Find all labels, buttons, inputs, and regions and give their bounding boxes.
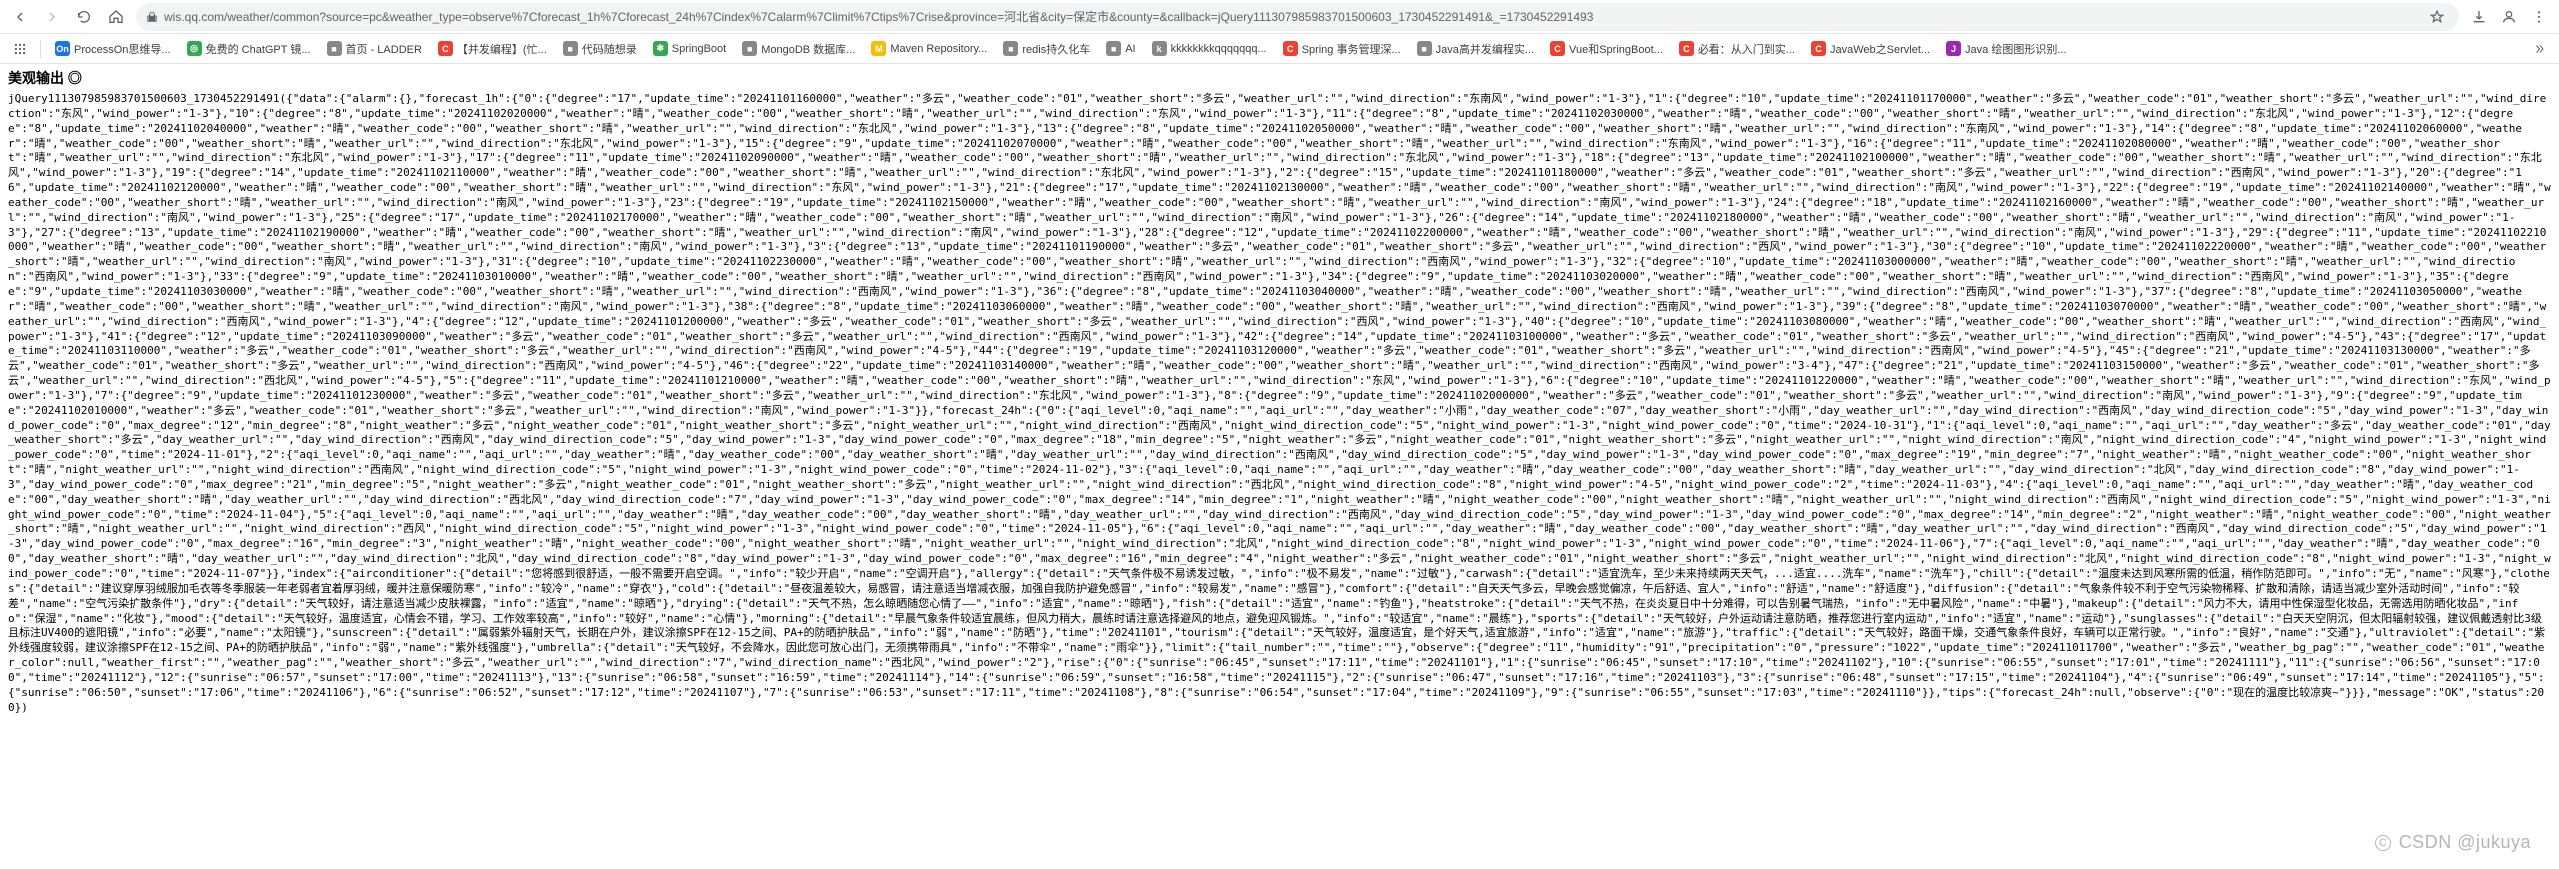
- browser-toolbar: wis.qq.com/weather/common?source=pc&weat…: [0, 0, 2559, 34]
- bookmark-item[interactable]: ✱ SpringBoot: [647, 39, 732, 59]
- star-icon: [2430, 10, 2444, 24]
- favicon-icon: C: [1550, 41, 1565, 56]
- favicon-icon: ■: [563, 41, 578, 56]
- bookmark-label: Java高并发编程实...: [1436, 41, 1534, 57]
- profile-icon: [2501, 9, 2517, 25]
- bookmark-item[interactable]: C Spring 事务管理深...: [1277, 39, 1407, 59]
- site-info-icon[interactable]: [146, 11, 158, 23]
- bookmark-label: 免费的 ChatGPT 镜...: [206, 41, 311, 57]
- bookmark-label: 代码随想录: [582, 41, 637, 57]
- bookmark-item[interactable]: J Java 绘图图形识别...: [1940, 39, 2072, 59]
- address-bar[interactable]: wis.qq.com/weather/common?source=pc&weat…: [136, 3, 2459, 31]
- bookmark-item[interactable]: ◎ 免费的 ChatGPT 镜...: [181, 39, 317, 59]
- page-body: 美观输出 ◎ jQuery111307985983701500603_17304…: [0, 64, 2559, 869]
- favicon-icon: C: [1811, 41, 1826, 56]
- favicon-icon: ■: [1106, 41, 1121, 56]
- bookmark-label: 必看：从入门到实...: [1698, 41, 1795, 57]
- bookmark-item[interactable]: ■ redis持久化车: [997, 39, 1096, 59]
- bookmark-item[interactable]: C 必看：从入门到实...: [1673, 39, 1801, 59]
- apps-icon: [13, 42, 27, 56]
- back-button[interactable]: [8, 5, 32, 29]
- kebab-icon: [2531, 9, 2547, 25]
- favicon-icon: On: [55, 41, 70, 56]
- bookmark-item[interactable]: ■ Java高并发编程实...: [1411, 39, 1540, 59]
- bookmark-label: 【并发编程】(忙...: [457, 41, 547, 57]
- favicon-icon: ■: [327, 41, 342, 56]
- favicon-icon: ✱: [653, 41, 668, 56]
- download-icon: [2471, 9, 2487, 25]
- bookmark-item[interactable]: ■ 代码随想录: [557, 39, 643, 59]
- bookmark-item[interactable]: ■ 首页 - LADDER: [321, 39, 428, 59]
- url-text: wis.qq.com/weather/common?source=pc&weat…: [164, 8, 2419, 25]
- arrow-right-icon: [44, 9, 60, 25]
- bookmark-label: AI: [1125, 43, 1135, 55]
- home-icon: [108, 9, 124, 25]
- favicon-icon: J: [1946, 41, 1961, 56]
- page-title: 美观输出 ◎: [8, 68, 2551, 88]
- reload-button[interactable]: [72, 5, 96, 29]
- bookmark-label: JavaWeb之Servlet...: [1830, 41, 1930, 57]
- bookmark-label: ProcessOn思维导...: [74, 41, 171, 57]
- bookmark-label: 首页 - LADDER: [346, 41, 422, 57]
- favicon-icon: ◎: [187, 41, 202, 56]
- chevron-right-double-icon: [2533, 43, 2545, 55]
- bookmarks-container: On ProcessOn思维导... ◎ 免费的 ChatGPT 镜... ■ 首页 - …: [49, 39, 2073, 59]
- favicon-icon: ■: [1417, 41, 1432, 56]
- home-button[interactable]: [104, 5, 128, 29]
- downloads-button[interactable]: [2467, 5, 2491, 29]
- bookmark-label: Maven Repository...: [890, 43, 987, 55]
- favicon-icon: M: [871, 41, 886, 56]
- favicon-icon: C: [438, 41, 453, 56]
- reload-icon: [76, 9, 92, 25]
- bookmark-item[interactable]: On ProcessOn思维导...: [49, 39, 177, 59]
- bookmark-item[interactable]: ■ MongoDB 数据库...: [736, 39, 861, 59]
- bookmark-label: SpringBoot: [672, 43, 726, 55]
- bookmark-item[interactable]: k kkkkkkkkqqqqqqq...: [1146, 39, 1273, 59]
- favicon-icon: C: [1679, 41, 1694, 56]
- bookmarks-bar: On ProcessOn思维导... ◎ 免费的 ChatGPT 镜... ■ 首页 - …: [0, 34, 2559, 64]
- raw-json-text: jQuery111307985983701500603_173045229149…: [8, 92, 2551, 715]
- bookmark-label: Java 绘图图形识别...: [1965, 41, 2066, 57]
- forward-button[interactable]: [40, 5, 64, 29]
- bookmark-label: redis持久化车: [1022, 41, 1090, 57]
- bookmark-item[interactable]: C 【并发编程】(忙...: [432, 39, 553, 59]
- bookmark-item[interactable]: C Vue和SpringBoot...: [1544, 39, 1669, 59]
- separator: [40, 40, 41, 58]
- apps-button[interactable]: [8, 37, 32, 61]
- bookmark-label: MongoDB 数据库...: [761, 41, 855, 57]
- arrow-left-icon: [12, 9, 28, 25]
- bookmark-label: Vue和SpringBoot...: [1569, 41, 1663, 57]
- bookmark-item[interactable]: M Maven Repository...: [865, 39, 993, 59]
- bookmark-label: Spring 事务管理深...: [1302, 41, 1401, 57]
- bookmark-item[interactable]: ■ AI: [1100, 39, 1141, 59]
- favicon-icon: ■: [1003, 41, 1018, 56]
- bookmark-label: kkkkkkkkqqqqqqq...: [1171, 43, 1267, 55]
- profile-button[interactable]: [2497, 5, 2521, 29]
- favicon-icon: ■: [742, 41, 757, 56]
- bookmarks-overflow-button[interactable]: [2527, 43, 2551, 55]
- bookmark-star-button[interactable]: [2425, 5, 2449, 29]
- bookmark-item[interactable]: C JavaWeb之Servlet...: [1805, 39, 1936, 59]
- menu-button[interactable]: [2527, 5, 2551, 29]
- toolbar-right: [2467, 5, 2551, 29]
- favicon-icon: C: [1283, 41, 1298, 56]
- favicon-icon: k: [1152, 41, 1167, 56]
